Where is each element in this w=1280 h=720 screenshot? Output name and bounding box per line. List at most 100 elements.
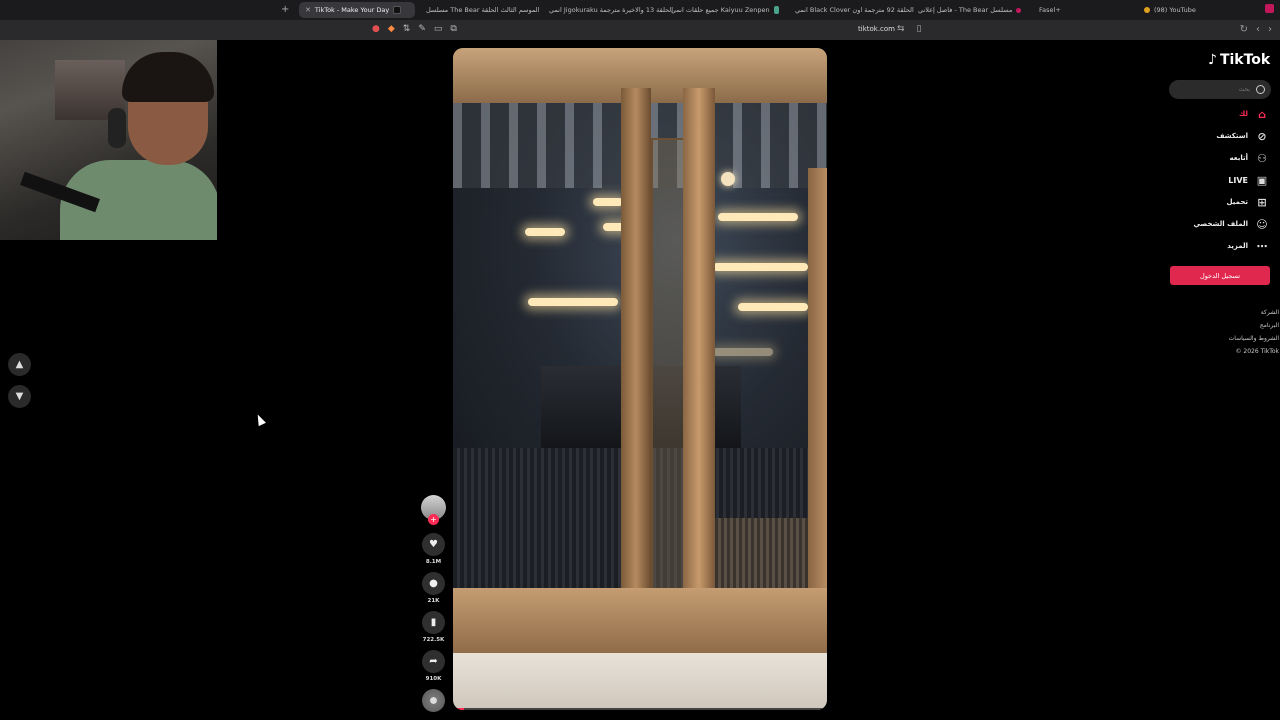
compass-icon: ⊘ — [1257, 129, 1267, 143]
video-player[interactable] — [453, 48, 827, 710]
window-control-icon[interactable] — [1265, 4, 1274, 13]
video-moon — [721, 172, 735, 186]
share-icon[interactable]: ➦ — [422, 650, 445, 673]
new-tab-button[interactable]: + — [281, 4, 289, 15]
site-favicon-icon — [1016, 7, 1021, 13]
video-lights — [713, 348, 773, 356]
next-video-button[interactable]: ▼ — [8, 385, 31, 408]
video-window-frame — [683, 88, 715, 648]
screen-icon[interactable]: ▭ — [434, 24, 443, 34]
sidebar-item-explore[interactable]: استكشف ⊘ — [1216, 129, 1268, 143]
site-favicon-icon — [773, 6, 779, 14]
bookmark-icon[interactable]: ▯ — [917, 24, 922, 34]
browser-address-bar: ● ◆ ⇅ ✎ ▭ ⧉ tiktok.com ⇆ ▯ ↻ ‹ › — [0, 20, 1280, 40]
tab-kaiyuu-zenpen[interactable]: جميع حلقات انمي Kaiyuu Zenpen — [665, 2, 785, 18]
tiktok-favicon-icon — [393, 6, 402, 14]
tab-title: انمي Jigokuraku الحلقة 13 والاخيرة مترجم… — [549, 6, 674, 14]
sidebar-item-following[interactable]: أتابعه ⚇ — [1229, 151, 1268, 165]
profile-icon: ☺ — [1256, 217, 1268, 231]
sidebar-item-profile[interactable]: الملف الشخصي ☺ — [1193, 217, 1268, 231]
follow-plus-icon[interactable]: + — [428, 514, 439, 525]
video-lights — [713, 263, 808, 271]
save-button[interactable]: ▮ 722.5K — [420, 611, 447, 643]
tab-title: TikTok - Make Your Day — [314, 6, 390, 14]
navigation-controls: ↻ ‹ › — [1240, 24, 1272, 35]
edit-icon[interactable]: ✎ — [418, 24, 426, 34]
footer-link-program[interactable]: البرنامج — [1219, 319, 1279, 332]
tab-black-clover[interactable]: انمي Black Clover الحلقة 92 مترجمة اون — [789, 2, 914, 18]
extension-red-icon[interactable]: ● — [372, 24, 380, 34]
sidebar-item-more[interactable]: المزيد ⋯ — [1227, 240, 1268, 253]
video-lights — [525, 228, 565, 236]
sidebar-item-label: الملف الشخصي — [1193, 220, 1248, 228]
like-button[interactable]: ♥ 8.1M — [420, 533, 447, 565]
back-icon[interactable]: ‹ — [1256, 24, 1260, 35]
video-window-frame — [808, 168, 827, 648]
sidebar-item-label: أتابعه — [1229, 154, 1248, 162]
video-lights — [593, 198, 623, 206]
search-input[interactable]: بحث — [1169, 80, 1271, 99]
tab-title: انمي Black Clover الحلقة 92 مترجمة اون — [795, 6, 914, 14]
sidebar-item-upload[interactable]: تحميل ⊞ — [1226, 196, 1268, 209]
tiktok-logo[interactable]: ♪ TikTok — [1208, 52, 1270, 68]
footer-link-terms[interactable]: الشروط والسياسات — [1219, 332, 1279, 345]
chevron-down-icon: ▼ — [15, 391, 24, 402]
tab-title: مسلسل The Bear الموسم الثالث الحلقة — [426, 6, 540, 14]
share-count: 910K — [425, 676, 442, 682]
creator-avatar-button[interactable]: + — [420, 495, 447, 525]
tab-youtube[interactable]: (98) YouTube — [1138, 2, 1228, 18]
video-window-grill — [703, 518, 823, 588]
tab-jigokuraku[interactable]: انمي Jigokuraku الحلقة 13 والاخيرة مترجم… — [543, 2, 673, 18]
pip-icon[interactable]: ⧉ — [450, 24, 456, 34]
previous-video-button[interactable]: ▲ — [8, 353, 31, 376]
search-icon[interactable] — [1256, 85, 1265, 94]
bookmark-icon[interactable]: ▮ — [422, 611, 445, 634]
music-disc-button[interactable] — [420, 689, 447, 712]
footer-copyright: © 2026 TikTok — [1235, 348, 1280, 355]
login-button[interactable]: تسجيل الدخول — [1170, 266, 1270, 285]
close-tab-icon[interactable]: ✕ — [305, 6, 311, 14]
url-field[interactable]: tiktok.com — [858, 25, 895, 33]
sidebar-item-label: تحميل — [1226, 198, 1248, 206]
webcam-headset — [108, 108, 126, 148]
save-count: 722.5K — [422, 637, 445, 643]
tab-title: جميع حلقات انمي Kaiyuu Zenpen — [671, 6, 770, 14]
comment-button[interactable]: ● 21K — [420, 572, 447, 604]
comment-icon[interactable]: ● — [422, 572, 445, 595]
video-lights — [718, 213, 798, 221]
mouse-cursor-icon — [254, 412, 266, 427]
music-disc-icon[interactable] — [422, 689, 445, 712]
share-button[interactable]: ➦ 910K — [420, 650, 447, 682]
translate-icon[interactable]: ⇅ — [403, 24, 411, 34]
tab-the-bear[interactable]: مسلسل The Bear الموسم الثالث الحلقة — [420, 2, 540, 18]
video-progress-fill — [453, 708, 465, 710]
tab-tiktok[interactable]: ✕ TikTok - Make Your Day — [299, 2, 415, 18]
forward-icon[interactable]: › — [1268, 24, 1272, 35]
video-lights — [738, 303, 808, 311]
tab-fasel[interactable]: Fasel+ — [1033, 2, 1073, 18]
site-favicon-icon — [1144, 7, 1150, 13]
tab-the-bear-ad[interactable]: فاصل إعلاني - The Bear مسلسل — [912, 2, 1027, 18]
tab-title: Fasel+ — [1039, 6, 1061, 14]
logo-text: TikTok — [1219, 52, 1271, 68]
video-window-frame — [621, 88, 651, 648]
reload-icon[interactable]: ↻ — [1240, 24, 1248, 35]
video-progress-bar[interactable] — [453, 708, 827, 710]
footer-link-company[interactable]: الشركة — [1219, 306, 1279, 319]
heart-icon[interactable]: ♥ — [422, 533, 445, 556]
chevron-up-icon: ▲ — [15, 359, 24, 370]
sidebar-item-label: المزيد — [1227, 242, 1248, 250]
comment-count: 21K — [427, 598, 440, 604]
video-lights — [528, 298, 618, 306]
live-icon: ▣ — [1256, 173, 1268, 187]
extension-brave-icon[interactable]: ◆ — [388, 24, 395, 34]
site-settings-icon[interactable]: ⇆ — [897, 24, 905, 34]
tiktok-note-icon: ♪ — [1208, 52, 1217, 68]
video-open-window — [651, 138, 687, 608]
following-icon: ⚇ — [1257, 151, 1267, 165]
tab-title: فاصل إعلاني - The Bear مسلسل — [918, 6, 1013, 14]
search-placeholder: بحث — [1238, 86, 1250, 93]
sidebar-item-for-you[interactable]: لك ⌂ — [1239, 108, 1268, 121]
sidebar-item-live[interactable]: LIVE ▣ — [1228, 173, 1268, 187]
video-wall-bottom — [453, 653, 827, 710]
